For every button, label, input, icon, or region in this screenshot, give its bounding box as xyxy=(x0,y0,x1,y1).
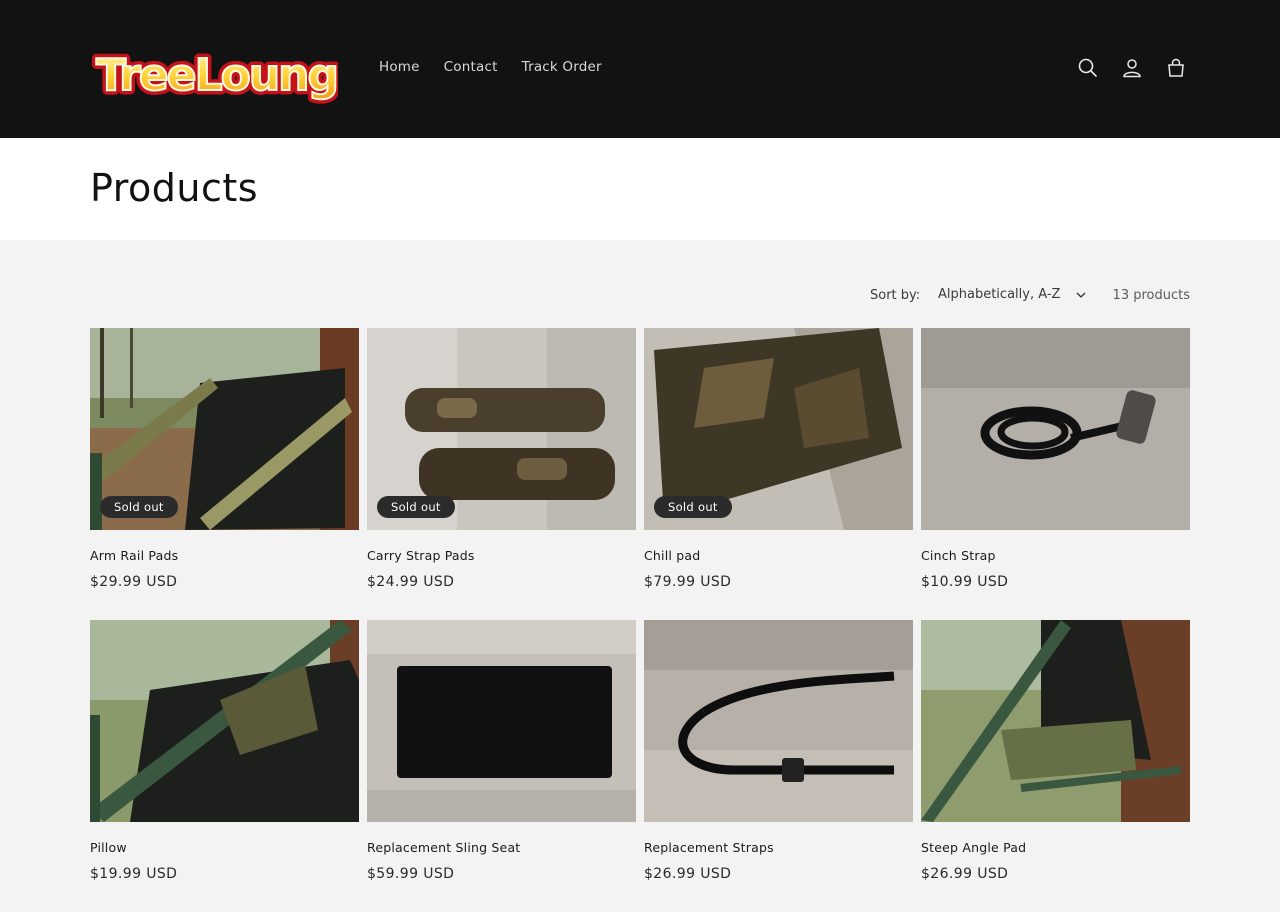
search-icon[interactable] xyxy=(1072,52,1104,84)
product-name[interactable]: Steep Angle Pad xyxy=(921,840,1190,855)
product-price: $26.99 USD xyxy=(921,866,1009,882)
product-image[interactable] xyxy=(644,620,913,822)
product-card[interactable]: Pillow $19.99 USD xyxy=(90,620,359,912)
sort-label: Sort by: xyxy=(870,288,921,303)
account-icon[interactable] xyxy=(1116,52,1148,84)
product-price: $24.99 USD xyxy=(367,574,455,590)
product-card[interactable]: Replacement Straps $26.99 USD xyxy=(644,620,913,912)
product-image[interactable]: Sold out xyxy=(90,328,359,530)
nav-contact[interactable]: Contact xyxy=(444,59,498,75)
product-price: $79.99 USD xyxy=(644,574,732,590)
product-name[interactable]: Pillow xyxy=(90,840,359,855)
treelounge-logo[interactable]: TreeLounge TreeLounge xyxy=(92,28,338,110)
product-card[interactable]: Cinch Strap $10.99 USD xyxy=(921,328,1190,620)
product-image[interactable]: Sold out xyxy=(644,328,913,530)
cart-icon[interactable] xyxy=(1160,52,1192,84)
product-image[interactable] xyxy=(367,620,636,822)
title-band: Products xyxy=(0,138,1280,240)
product-image[interactable] xyxy=(921,328,1190,530)
sold-out-badge: Sold out xyxy=(377,496,455,518)
product-price: $19.99 USD xyxy=(90,866,178,882)
product-card[interactable]: Sold out Chill pad $79.99 USD xyxy=(644,328,913,620)
product-image[interactable] xyxy=(921,620,1190,822)
collection-toolbar: Sort by: Alphabetically, A-Z 13 products xyxy=(0,284,1280,308)
product-card[interactable]: Sold out Arm Rail Pads $29.99 USD xyxy=(90,328,359,620)
product-grid: Sold out Arm Rail Pads $29.99 USD Sold o… xyxy=(90,328,1190,912)
product-name[interactable]: Replacement Sling Seat xyxy=(367,840,636,855)
product-name[interactable]: Arm Rail Pads xyxy=(90,548,359,563)
product-image[interactable]: Sold out xyxy=(367,328,636,530)
site-header: TreeLounge TreeLounge Home Contact Track… xyxy=(0,0,1280,138)
nav-home[interactable]: Home xyxy=(379,59,420,75)
product-price: $59.99 USD xyxy=(367,866,455,882)
main-nav: Home Contact Track Order xyxy=(379,59,626,75)
chevron-down-icon xyxy=(1076,287,1086,302)
svg-text:TreeLounge: TreeLounge xyxy=(96,50,338,101)
product-card[interactable]: Sold out Carry Strap Pads $24.99 USD xyxy=(367,328,636,620)
page-title: Products xyxy=(90,166,259,210)
product-name[interactable]: Carry Strap Pads xyxy=(367,548,636,563)
product-name[interactable]: Cinch Strap xyxy=(921,548,1190,563)
product-card[interactable]: Replacement Sling Seat $59.99 USD xyxy=(367,620,636,912)
product-card[interactable]: Steep Angle Pad $26.99 USD xyxy=(921,620,1190,912)
sold-out-badge: Sold out xyxy=(100,496,178,518)
sort-value: Alphabetically, A-Z xyxy=(938,287,1061,302)
product-price: $29.99 USD xyxy=(90,574,178,590)
nav-track-order[interactable]: Track Order xyxy=(522,59,602,75)
product-count: 13 products xyxy=(1112,288,1190,303)
header-icons xyxy=(1072,52,1192,84)
product-price: $26.99 USD xyxy=(644,866,732,882)
product-name[interactable]: Chill pad xyxy=(644,548,913,563)
product-price: $10.99 USD xyxy=(921,574,1009,590)
sort-select[interactable]: Alphabetically, A-Z xyxy=(938,287,1086,302)
sold-out-badge: Sold out xyxy=(654,496,732,518)
product-image[interactable] xyxy=(90,620,359,822)
product-name[interactable]: Replacement Straps xyxy=(644,840,913,855)
